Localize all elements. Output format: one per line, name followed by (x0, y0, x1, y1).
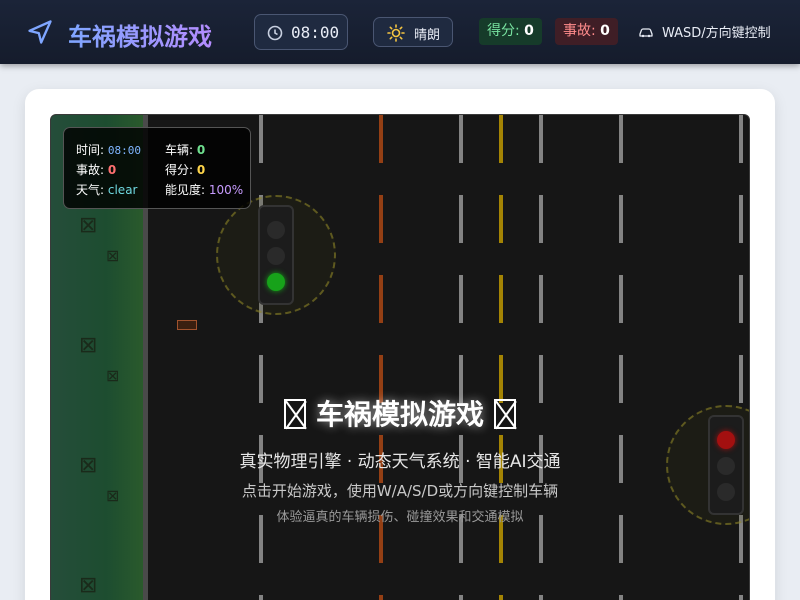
hud-time-value: 08:00 (107, 144, 141, 157)
tree-icon: ⊠ (106, 246, 120, 265)
lane-marking (739, 115, 743, 600)
hud-vehicles-label: 车辆: (165, 143, 194, 157)
placeholder-glyph-icon (493, 399, 516, 429)
hud-weather: 天气: clear (76, 181, 137, 198)
lane-marking (379, 115, 383, 600)
hud-visibility: 能见度: 100% (165, 181, 243, 198)
hud-score: 得分: 0 (165, 161, 205, 178)
hud-score-value: 0 (196, 163, 206, 177)
traffic-light-red (267, 221, 285, 239)
tree-icon: ⊠ (106, 366, 120, 385)
score-value: 0 (524, 23, 534, 39)
parked-car (177, 320, 197, 330)
clock-time: 08:00 (291, 23, 340, 42)
start-overlay-title[interactable]: 车祸模拟游戏 (50, 393, 750, 433)
score-badge: 得分: 0 (479, 18, 542, 45)
overlay-note: 体验逼真的车辆损伤、碰撞效果和交通模拟 (276, 510, 524, 525)
score-label: 得分: (487, 23, 520, 39)
accident-badge: 事故: 0 (555, 18, 618, 45)
lane-marking (259, 115, 263, 600)
hud-accidents-label: 事故: (76, 163, 105, 177)
traffic-light-green (267, 273, 285, 291)
hud-time-label: 时间: (76, 143, 105, 157)
tree-icon: ⊠ (79, 213, 98, 238)
accident-label: 事故: (563, 23, 596, 39)
hud-vehicles-value: 0 (196, 143, 206, 157)
hud-vehicles: 车辆: 0 (165, 141, 205, 158)
accident-value: 0 (600, 23, 610, 39)
hud-weather-value: clear (107, 183, 138, 197)
app-title: 车祸模拟游戏 (68, 17, 212, 52)
overlay-title-text: 车祸模拟游戏 (315, 398, 484, 431)
hud-score-label: 得分: (165, 163, 194, 177)
center-line (499, 115, 503, 600)
overlay-subtitle: 真实物理引擎 · 动态天气系统 · 智能AI交通 (239, 452, 561, 472)
game-clock: 08:00 (254, 14, 348, 50)
app-header: 车祸模拟游戏 08:00 晴朗 得分: 0 事故: 0 WASD/方向键控制 (0, 0, 800, 64)
weather-label: 晴朗 (414, 28, 441, 43)
overlay-start-hint: 点击开始游戏，使用W/A/S/D或方向键控制车辆 (241, 482, 559, 500)
hud-weather-label: 天气: (76, 183, 105, 197)
hud-accidents-value: 0 (107, 163, 117, 177)
controls-label: WASD/方向键控制 (662, 26, 771, 41)
placeholder-glyph-icon (284, 399, 307, 429)
tree-icon: ⊠ (79, 573, 98, 598)
hud-visibility-value: 100% (208, 183, 244, 197)
hud-time: 时间: 08:00 (76, 141, 141, 158)
controls-hint: WASD/方向键控制 (638, 22, 771, 41)
navigation-arrow-icon (28, 20, 52, 44)
hud-accidents: 事故: 0 (76, 161, 116, 178)
hud-visibility-label: 能见度: (165, 183, 206, 197)
lane-marking (539, 115, 543, 600)
traffic-light (258, 205, 294, 305)
sun-icon (387, 24, 405, 42)
tree-icon: ⊠ (79, 333, 98, 358)
lane-marking (459, 115, 463, 600)
lane-marking (619, 115, 623, 600)
game-hud: 时间: 08:00 车辆: 0 事故: 0 得分: 0 天气: clear 能见… (63, 127, 251, 209)
traffic-light-yellow (267, 247, 285, 265)
car-icon (639, 28, 653, 38)
weather-indicator: 晴朗 (373, 17, 453, 47)
clock-icon (267, 25, 283, 41)
